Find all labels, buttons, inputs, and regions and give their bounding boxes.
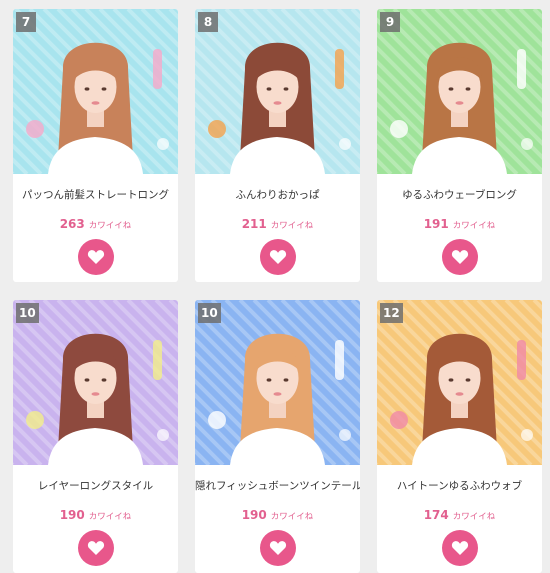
like-count-unit: カワイイね [270,221,314,231]
model-illustration [195,300,360,465]
rank-badge: 8 [198,12,218,32]
like-count-number: 191 [423,217,449,231]
model-photo[interactable] [377,300,542,465]
like-count: 263 カワイイね [13,213,178,231]
style-title[interactable]: レイヤーロングスタイル [13,478,178,494]
like-count-number: 190 [241,508,267,522]
like-count-number: 263 [59,217,85,231]
model-photo[interactable] [377,9,542,174]
like-count: 211 カワイイね [195,213,360,231]
heart-icon [87,250,104,264]
like-count-number: 211 [241,217,267,231]
style-title[interactable]: ふんわりおかっぱ [195,187,360,203]
heart-icon [269,541,286,555]
like-count-unit: カワイイね [88,512,132,522]
model-illustration [13,9,178,174]
model-illustration [377,9,542,174]
model-photo[interactable] [195,300,360,465]
rank-badge: 9 [380,12,400,32]
ranking-card[interactable]: 10 レイヤーロングスタイル 190 カワイイね [13,300,178,573]
like-button[interactable] [77,530,114,566]
heart-icon [87,541,104,555]
like-count-number: 174 [423,508,449,522]
like-count-unit: カワイイね [270,512,314,522]
model-illustration [377,300,542,465]
model-illustration [195,9,360,174]
like-count: 191 カワイイね [377,213,542,231]
style-title[interactable]: 隠れフィッシュボーンツインテール [195,478,360,494]
like-count-unit: カワイイね [452,221,496,231]
like-count: 190 カワイイね [13,504,178,522]
rank-badge: 7 [16,12,36,32]
model-photo[interactable] [195,9,360,174]
like-button[interactable] [259,239,296,275]
style-title[interactable]: ハイトーンゆるふわウォブ [377,478,542,494]
wig-ranking-grid: 7 パッつん前髪ストレートロング 263 カワイイね 8 ふんわりおかっぱ 211… [0,0,550,573]
like-count: 174 カワイイね [377,504,542,522]
model-photo[interactable] [13,9,178,174]
model-illustration [13,300,178,465]
ranking-card[interactable]: 12 ハイトーンゆるふわウォブ 174 カワイイね [377,300,542,573]
like-count-number: 190 [59,508,85,522]
like-button[interactable] [441,239,478,275]
like-count: 190 カワイイね [195,504,360,522]
style-title[interactable]: ゆるふわウェーブロング [377,187,542,203]
like-count-unit: カワイイね [452,512,496,522]
ranking-card[interactable]: 8 ふんわりおかっぱ 211 カワイイね [195,9,360,282]
model-photo[interactable] [13,300,178,465]
rank-badge: 12 [380,303,403,323]
like-button[interactable] [259,530,296,566]
ranking-card[interactable]: 7 パッつん前髪ストレートロング 263 カワイイね [13,9,178,282]
ranking-card[interactable]: 9 ゆるふわウェーブロング 191 カワイイね [377,9,542,282]
rank-badge: 10 [16,303,39,323]
heart-icon [451,541,468,555]
like-button[interactable] [77,239,114,275]
heart-icon [451,250,468,264]
ranking-card[interactable]: 10 隠れフィッシュボーンツインテール 190 カワイイね [195,300,360,573]
rank-badge: 10 [198,303,221,323]
style-title[interactable]: パッつん前髪ストレートロング [13,187,178,203]
like-count-unit: カワイイね [88,221,132,231]
heart-icon [269,250,286,264]
like-button[interactable] [441,530,478,566]
